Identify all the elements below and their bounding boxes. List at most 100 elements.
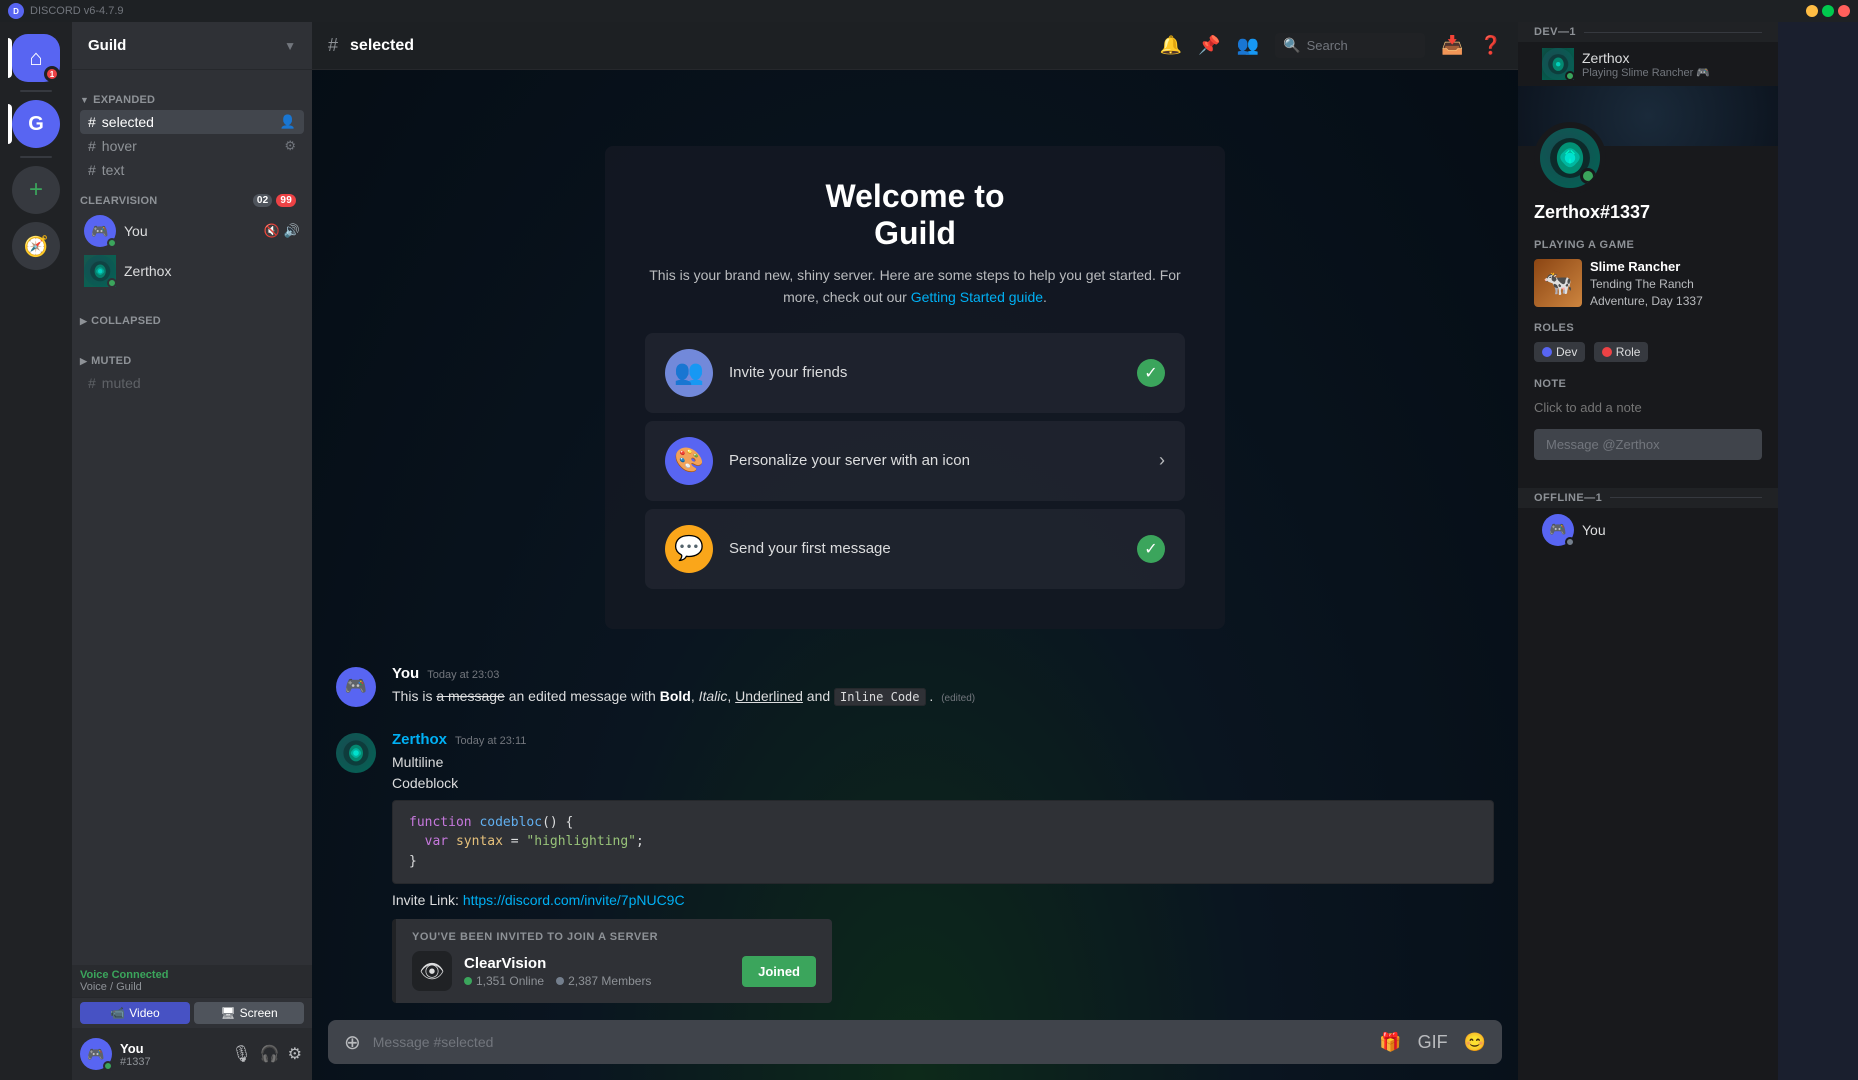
settings-icon-panel[interactable]: ⚙ [286, 1042, 304, 1066]
guild-header[interactable]: Guild ▼ [72, 22, 312, 70]
right-member-you-offline[interactable]: 🎮 You [1526, 510, 1770, 550]
message-input-area: ⊕ Message #selected 🎁 GIF 😊 [312, 1020, 1518, 1080]
message-content-zerthox: Zerthox Today at 23:11 MultilineCodebloc… [392, 731, 1494, 1004]
video-label: Video [129, 1006, 159, 1020]
maximize-button[interactable] [1822, 5, 1834, 17]
messages-area: Welcome toGuild This is your brand new, … [312, 70, 1518, 1020]
server-icon-guild[interactable]: G [12, 100, 60, 148]
section-header-muted[interactable]: ▶ MUTED [72, 339, 312, 371]
message-username-zerthox[interactable]: Zerthox [392, 731, 447, 748]
minimize-button[interactable] [1806, 5, 1818, 17]
user-panel-name: You [120, 1041, 221, 1056]
screen-button[interactable]: 🖥 Screen [194, 1002, 304, 1024]
onboarding-invite[interactable]: 👥 Invite your friends ✓ [645, 333, 1185, 413]
message-content-you: You Today at 23:03 This is a message an … [392, 665, 1494, 707]
code-function-name: codebloc [479, 815, 542, 830]
bold-text: Bold [660, 688, 691, 704]
server-separator [20, 90, 52, 92]
channel-header: # selected 🔔 📌 👥 🔍 Search 📥 ❓ [312, 22, 1518, 70]
add-server-button[interactable]: + [12, 166, 60, 214]
user-panel-info: You #1337 [120, 1041, 221, 1068]
getting-started-link[interactable]: Getting Started guide [911, 289, 1043, 305]
section-label-expanded: EXPANDED [93, 94, 155, 106]
add-attachment-icon[interactable]: ⊕ [340, 1026, 365, 1059]
message-text-zerthox: MultilineCodeblock function codebloc() {… [392, 752, 1494, 885]
message-username-you[interactable]: You [392, 665, 419, 682]
role-dot-dev [1542, 347, 1552, 357]
role-name-role: Role [1616, 345, 1641, 359]
joined-button[interactable]: Joined [742, 956, 816, 987]
channel-item-muted[interactable]: # muted [80, 371, 304, 395]
section-header-expanded[interactable]: ▼ EXPANDED [72, 78, 312, 110]
right-member-info-zerthox: Zerthox Playing Slime Rancher 🎮 [1582, 50, 1710, 79]
video-button[interactable]: 📹 Video [80, 1002, 190, 1024]
gift-icon[interactable]: 🎁 [1375, 1028, 1405, 1057]
right-member-avatar-you: 🎮 [1542, 514, 1574, 546]
help-icon[interactable]: ❓ [1480, 35, 1502, 56]
right-member-zerthox-online[interactable]: Zerthox Playing Slime Rancher 🎮 [1526, 44, 1770, 84]
italic-text: Italic [699, 688, 728, 704]
channel-item-selected[interactable]: # selected 👤 [80, 110, 304, 134]
note-section: NOTE [1518, 366, 1778, 417]
chevron-right-onboarding: › [1159, 450, 1165, 471]
members-icon[interactable]: 👥 [1237, 35, 1259, 56]
role-dev: Dev [1534, 342, 1585, 362]
bell-icon[interactable]: 🔔 [1160, 35, 1182, 56]
member-item-zerthox[interactable]: Zerthox [76, 251, 308, 291]
onboarding-icon-message: 💬 [665, 525, 713, 573]
message-input-box[interactable]: ⊕ Message #selected 🎁 GIF 😊 [328, 1020, 1502, 1064]
titlebar-controls[interactable] [1806, 5, 1850, 17]
gif-icon[interactable]: GIF [1414, 1028, 1452, 1057]
user-panel-tag: #1337 [120, 1056, 221, 1068]
emoji-icon[interactable]: 😊 [1460, 1028, 1490, 1057]
member-avatar-you: 🎮 [84, 215, 116, 247]
invite-stat-online: 1,351 Online [464, 974, 544, 988]
explore-button[interactable]: 🧭 [12, 222, 60, 270]
channel-header-name: selected [350, 37, 414, 55]
guild-pill [8, 104, 12, 144]
inbox-icon[interactable]: 📥 [1441, 35, 1463, 56]
search-placeholder: Search [1307, 38, 1348, 53]
message-dm-section [1518, 417, 1778, 472]
pin-icon[interactable]: 📌 [1198, 35, 1220, 56]
channel-item-hover[interactable]: # hover ⚙ [80, 134, 304, 158]
online-dot [464, 977, 472, 985]
headphone-icon[interactable]: 🎧 [258, 1042, 282, 1066]
strikethrough-text: a message [436, 688, 504, 704]
user-plus-icon: 👤 [280, 114, 296, 130]
right-section-dev: DEV—1 [1518, 22, 1778, 42]
onboarding-icon-invite: 👥 [665, 349, 713, 397]
channel-hash-icon: # [88, 114, 96, 130]
section-header-collapsed[interactable]: ▶ COLLAPSED [72, 299, 312, 331]
user-panel-avatar[interactable]: 🎮 [80, 1038, 112, 1070]
multiline-text: MultilineCodeblock [392, 752, 1494, 794]
invite-server-icon: 👁 [412, 951, 452, 991]
microphone-icon[interactable]: 🎙 [229, 1042, 253, 1066]
search-icon: 🔍 [1283, 37, 1300, 54]
invite-link-url[interactable]: https://discord.com/invite/7pNUC9C [463, 892, 685, 908]
onboarding-message[interactable]: 💬 Send your first message ✓ [645, 509, 1185, 589]
channel-name-selected: selected [102, 114, 154, 130]
message-text-you: This is a message an edited message with… [392, 686, 1494, 707]
server-icon-home[interactable]: ⌂ 1 [12, 34, 60, 82]
close-button[interactable] [1838, 5, 1850, 17]
member-name-you: You [124, 223, 148, 239]
invite-server-info: ClearVision 1,351 Online 2,387 Members [464, 955, 730, 988]
onboarding-text-message: Send your first message [729, 540, 1121, 557]
note-label: NOTE [1534, 378, 1762, 390]
right-section-offline: OFFLINE—1 [1518, 488, 1778, 508]
plus-icon: + [29, 176, 43, 204]
message-time-zerthox: Today at 23:11 [455, 735, 526, 747]
onboarding-check-invite: ✓ [1137, 359, 1165, 387]
code-var-syntax: syntax [456, 834, 503, 849]
onboarding-personalize[interactable]: 🎨 Personalize your server with an icon › [645, 421, 1185, 501]
member-item-you[interactable]: 🎮 You 🔇 🔊 [76, 211, 308, 251]
channel-item-text[interactable]: # text [80, 158, 304, 182]
dm-input[interactable] [1534, 429, 1762, 460]
titlebar-title: DISCORD v6-4.7.9 [30, 5, 124, 17]
profile-avatar [1534, 122, 1606, 194]
note-input[interactable] [1534, 398, 1762, 417]
guild-name: Guild [88, 37, 126, 54]
search-box[interactable]: 🔍 Search [1275, 33, 1425, 58]
underline-text: Underlined [735, 688, 803, 704]
